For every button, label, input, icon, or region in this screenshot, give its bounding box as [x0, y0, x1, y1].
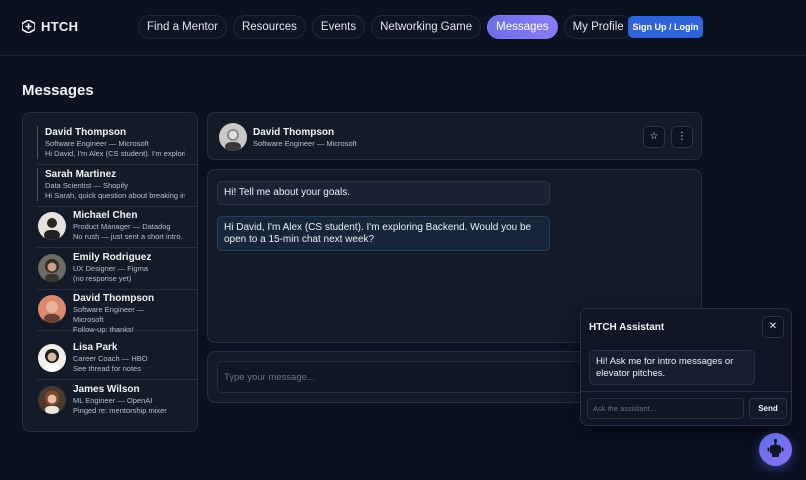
conversation-name: Emily Rodriguez	[73, 252, 152, 263]
chat-contact-role: Software Engineer — Microsoft	[253, 139, 357, 148]
nav-networking-game[interactable]: Networking Game	[371, 15, 482, 39]
conversation-item[interactable]: Sarah Martinez Data Scientist — Shopify …	[37, 166, 197, 207]
nav-my-profile[interactable]: My Profile	[563, 15, 633, 39]
send-button[interactable]: Send	[749, 398, 787, 419]
signup-login-button[interactable]: Sign Up / Login	[628, 16, 703, 38]
nav-events[interactable]: Events	[311, 15, 366, 39]
assistant-title: HTCH Assistant	[589, 322, 665, 333]
message-composer	[207, 351, 587, 403]
conversation-item[interactable]: Emily Rodriguez UX Designer — Figma (no …	[37, 249, 197, 290]
message-bubble: Hi! Tell me about your goals.	[217, 181, 550, 205]
conversation-item[interactable]: Lisa Park Career Coach — HBO See thread …	[37, 339, 197, 380]
assistant-panel: HTCH Assistant ✕ Hi! Ask me for intro me…	[580, 308, 792, 426]
brand-name: HTCH	[41, 19, 79, 34]
nav-links: Find a Mentor Resources Events Networkin…	[138, 15, 633, 39]
conversation-snippet: Hi David, I'm Alex (CS student). I'm exp…	[45, 149, 185, 158]
avatar	[219, 123, 247, 151]
conversation-name: Sarah Martinez	[45, 169, 117, 180]
conversation-role: UX Designer — Figma	[73, 264, 149, 273]
conversation-role: Software Engineer — Microsoft	[73, 305, 145, 324]
conversation-name: James Wilson	[73, 384, 140, 395]
more-options-button[interactable]: ⋮	[671, 126, 693, 148]
conversation-snippet: No rush — just sent a short intro.	[73, 232, 183, 241]
conversation-name: Lisa Park	[73, 342, 118, 353]
message-input[interactable]	[217, 361, 587, 393]
assistant-input[interactable]	[587, 398, 744, 419]
divider	[581, 391, 791, 392]
conversation-role: Career Coach — HBO	[73, 354, 148, 363]
star-icon: ☆	[649, 131, 659, 142]
top-nav: HTCH Find a Mentor Resources Events Netw…	[0, 0, 806, 56]
page-title: Messages	[22, 82, 94, 99]
more-vertical-icon: ⋮	[677, 131, 687, 142]
conversation-snippet: Follow-up: thanks!	[73, 325, 134, 334]
conversation-item[interactable]: James Wilson ML Engineer — OpenAI Pinged…	[37, 381, 197, 422]
star-button[interactable]: ☆	[643, 126, 665, 148]
nav-resources[interactable]: Resources	[232, 15, 306, 39]
assistant-message: Hi! Ask me for intro messages or elevato…	[589, 350, 755, 385]
conversation-item[interactable]: David Thompson Software Engineer — Micro…	[37, 290, 197, 334]
conversation-role: Software Engineer — Microsoft	[45, 139, 149, 148]
conversation-snippet: Pinged re: mentorship mixer	[73, 406, 167, 415]
conversation-item[interactable]: David Thompson Software Engineer — Micro…	[37, 124, 197, 165]
avatar	[38, 295, 66, 323]
close-icon: ✕	[768, 321, 778, 332]
conversation-name: David Thompson	[45, 127, 127, 138]
avatar	[38, 344, 66, 372]
close-button[interactable]: ✕	[762, 316, 784, 338]
conversation-role: ML Engineer — OpenAI	[73, 396, 153, 405]
conversation-snippet: Hi Sarah, quick question about breaking …	[45, 191, 185, 200]
conversation-role: Product Manager — Datadog	[73, 222, 171, 231]
nav-messages[interactable]: Messages	[487, 15, 558, 39]
nav-find-a-mentor[interactable]: Find a Mentor	[138, 15, 227, 39]
assistant-toggle-button[interactable]	[759, 433, 792, 466]
logo-icon	[22, 20, 35, 33]
conversation-snippet: See thread for notes	[73, 364, 141, 373]
conversation-list: David Thompson Software Engineer — Micro…	[22, 112, 198, 432]
avatar	[38, 212, 66, 240]
avatar	[38, 254, 66, 282]
message-bubble: Hi David, I'm Alex (CS student). I'm exp…	[217, 216, 550, 251]
conversation-snippet: (no response yet)	[73, 274, 132, 283]
assistant-bot-icon	[767, 438, 784, 457]
conversation-role: Data Scientist — Shopify	[45, 181, 128, 190]
conversation-item[interactable]: Michael Chen Product Manager — Datadog N…	[37, 207, 197, 248]
conversation-name: Michael Chen	[73, 210, 138, 221]
brand-logo[interactable]: HTCH	[22, 19, 78, 34]
conversation-name: David Thompson	[73, 293, 155, 304]
chat-header: David Thompson Software Engineer — Micro…	[207, 112, 702, 160]
chat-contact-name: David Thompson	[253, 127, 335, 138]
avatar	[38, 386, 66, 414]
